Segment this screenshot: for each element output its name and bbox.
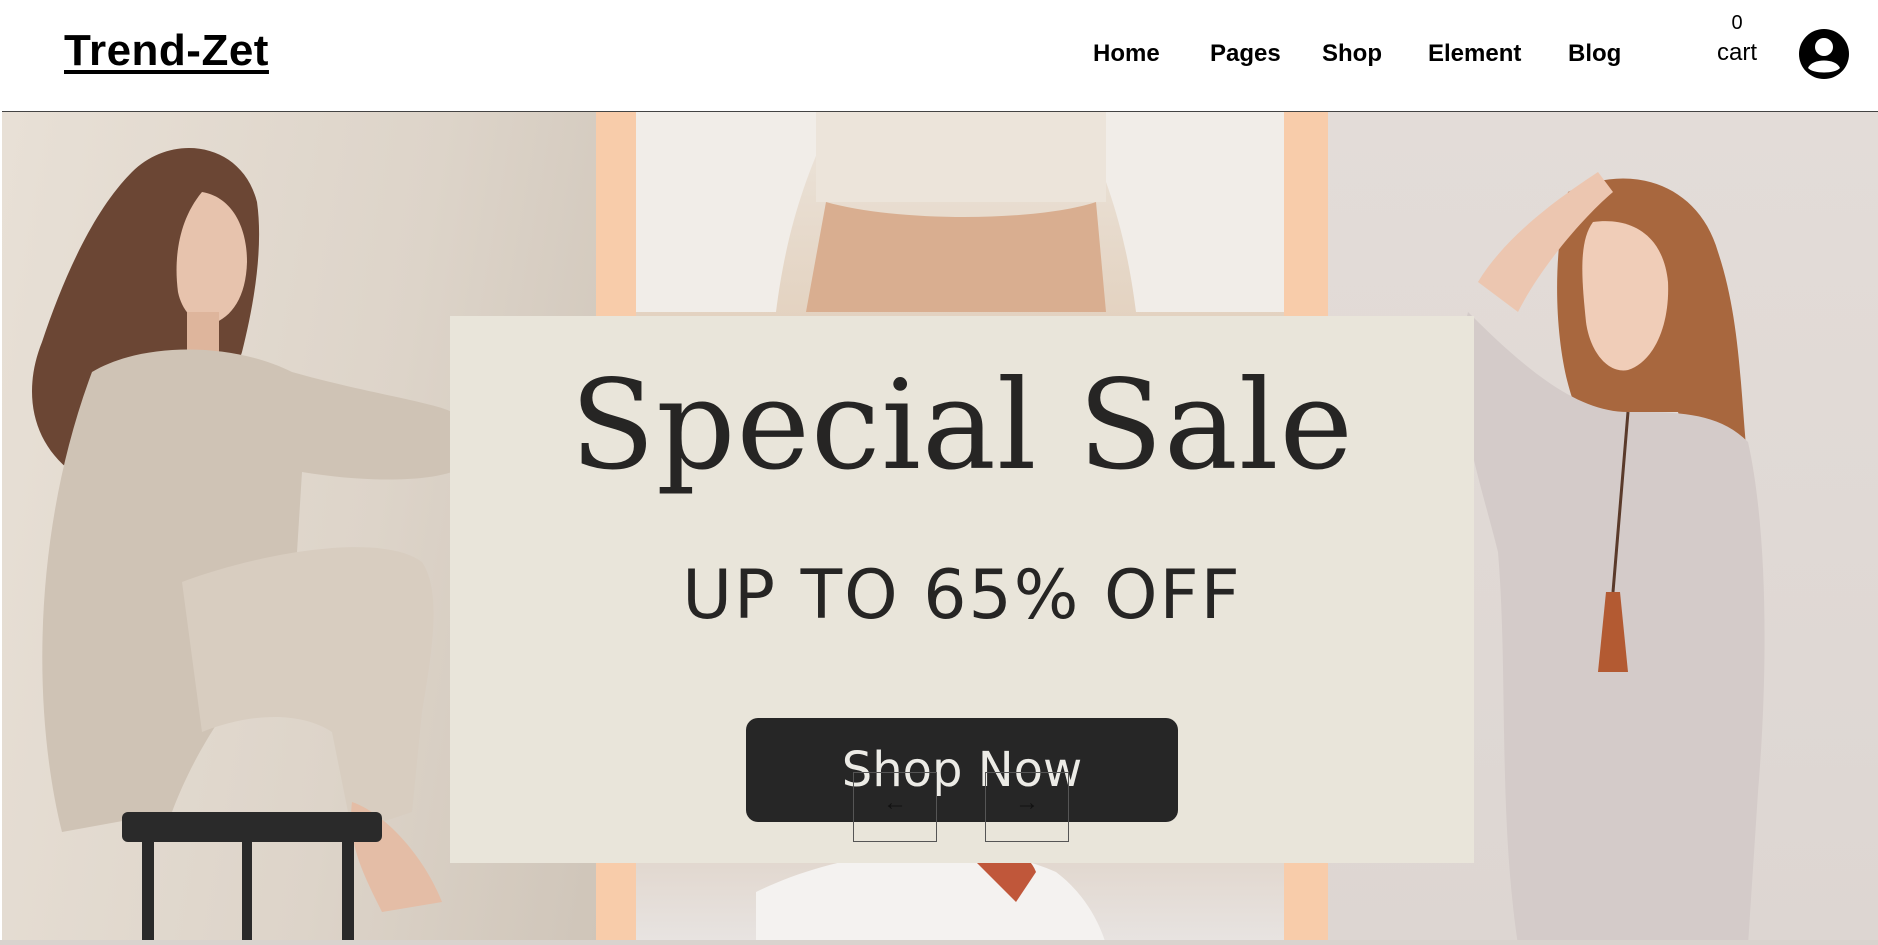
nav-item-element[interactable]: Element: [1428, 40, 1521, 68]
cart-label: cart: [1716, 39, 1757, 66]
main-nav: Home Pages Shop Element Blog: [2, 40, 1878, 72]
nav-item-blog[interactable]: Blog: [1568, 40, 1621, 68]
site-header: Trend-Zet Home Pages Shop Element Blog 0…: [2, 0, 1878, 112]
arrow-right-icon: →: [1015, 789, 1039, 816]
sale-title: Special Sale: [570, 354, 1354, 498]
page: Trend-Zet Home Pages Shop Element Blog 0…: [0, 0, 1878, 945]
nav-item-home[interactable]: Home: [1093, 40, 1160, 68]
cart-button[interactable]: 0 cart: [1702, 8, 1772, 74]
carousel-next-button[interactable]: →: [985, 772, 1069, 842]
nav-item-pages[interactable]: Pages: [1210, 40, 1281, 68]
nav-item-shop[interactable]: Shop: [1322, 40, 1382, 68]
carousel-prev-button[interactable]: ←: [853, 772, 937, 842]
sale-card: Special Sale UP TO 65% OFF Shop Now: [450, 316, 1474, 863]
user-circle-icon[interactable]: [1798, 28, 1850, 80]
hero-banner: Special Sale UP TO 65% OFF Shop Now: [2, 112, 1878, 945]
cart-count: 0: [1731, 12, 1743, 34]
shop-now-button[interactable]: Shop Now: [746, 718, 1178, 822]
page-bottom-border: [0, 940, 1878, 945]
sale-subtitle: UP TO 65% OFF: [682, 556, 1242, 635]
arrow-left-icon: ←: [883, 789, 907, 816]
